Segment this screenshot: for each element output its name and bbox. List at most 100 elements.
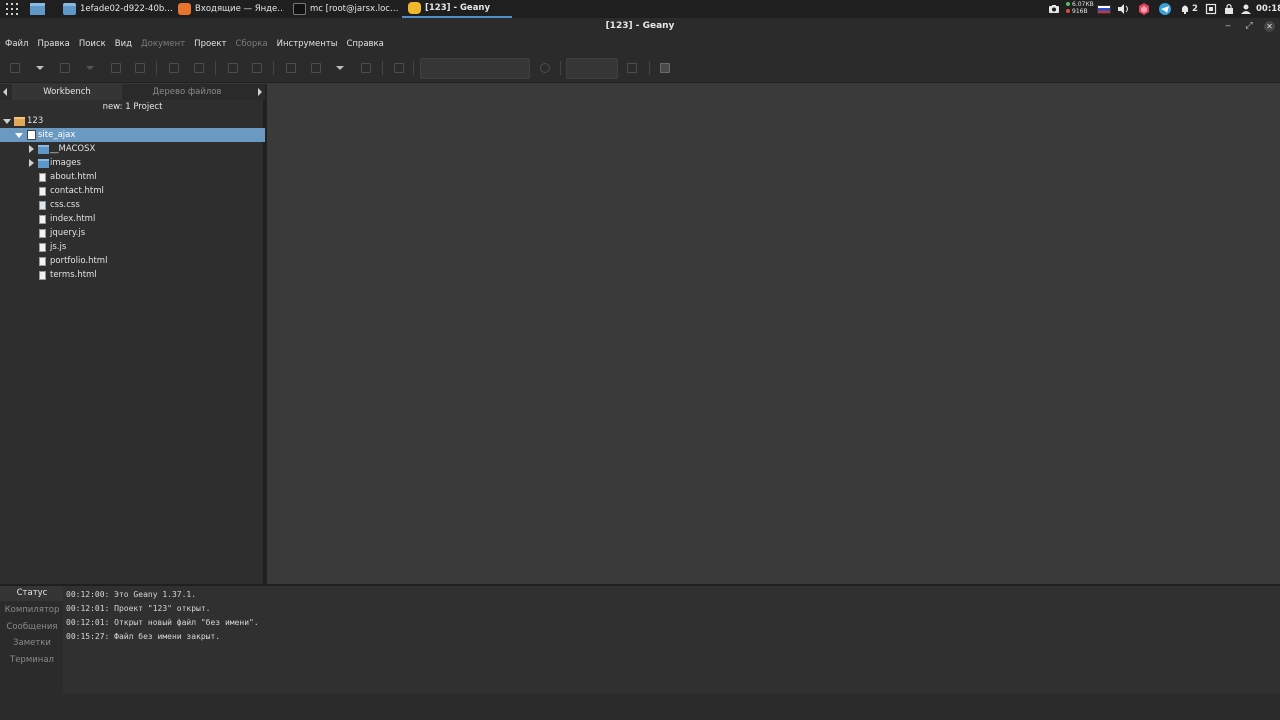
menu-project[interactable]: Проект	[194, 39, 226, 49]
tree-item-file[interactable]: index.html	[0, 212, 265, 226]
new-from-template-dropdown-icon[interactable]	[36, 66, 44, 70]
tree-item-file[interactable]: js.js	[0, 240, 265, 254]
maximize-icon[interactable]: ⤢	[1243, 20, 1255, 32]
tree-item-file[interactable]: portfolio.html	[0, 254, 265, 268]
navigate-forward-icon[interactable]	[251, 62, 263, 74]
goto-line-icon[interactable]	[626, 62, 638, 74]
screenshot-icon[interactable]	[1048, 3, 1060, 15]
execute-icon[interactable]	[360, 62, 372, 74]
tab-scroll-right-icon[interactable]	[258, 88, 262, 96]
tree-item-label: images	[50, 158, 81, 168]
menu-view[interactable]: Вид	[115, 39, 132, 49]
tab-terminal[interactable]: Терминал	[0, 653, 64, 668]
toolbar-separator	[382, 61, 383, 75]
directory-root-icon	[27, 130, 36, 140]
menu-document[interactable]: Документ	[141, 39, 185, 49]
tab-messages[interactable]: Сообщения	[0, 620, 64, 635]
task-geany[interactable]: [123] - Geany	[402, 0, 512, 18]
css-file-icon	[39, 201, 46, 210]
task-terminal[interactable]: mc [root@jarsx.loc…	[293, 0, 399, 18]
status-log[interactable]: 00:12:00: Это Geany 1.37.1. 00:12:01: Пр…	[63, 586, 1280, 694]
navigate-back-icon[interactable]	[227, 62, 239, 74]
telegram-icon[interactable]	[1159, 3, 1171, 15]
close-file-icon[interactable]	[193, 62, 205, 74]
tab-workbench[interactable]: Workbench	[12, 84, 122, 100]
minimize-icon[interactable]: ‒	[1222, 20, 1234, 32]
recent-files-dropdown-icon[interactable]	[86, 66, 94, 70]
tree-item-file[interactable]: about.html	[0, 170, 265, 184]
message-panel: Статус Компилятор Сообщения Заметки Терм…	[0, 586, 1280, 696]
task-yandex-mail[interactable]: Входящие — Янде…	[178, 0, 284, 18]
html-file-icon	[39, 257, 46, 266]
compile-icon[interactable]	[285, 62, 297, 74]
user-icon[interactable]	[1240, 3, 1252, 15]
sidebar-tabs: Workbench Дерево файлов	[0, 84, 265, 100]
show-desktop-icon[interactable]	[30, 3, 45, 15]
build-dropdown-icon[interactable]	[336, 66, 344, 70]
net-down-value: 916B	[1072, 8, 1088, 15]
tree-item-label: site_ajax	[38, 130, 76, 140]
goto-line-input[interactable]	[566, 58, 618, 79]
task-file-manager[interactable]: 1efade02-d922-40b…	[63, 0, 173, 18]
window-titlebar[interactable]: [123] - Geany ‒ ⤢ ✕	[0, 18, 1280, 35]
task-label: Входящие — Янде…	[195, 4, 284, 14]
log-line: 00:12:00: Это Geany 1.37.1.	[66, 590, 197, 599]
menu-file[interactable]: Файл	[5, 39, 28, 49]
js-file-icon	[39, 229, 46, 238]
html-file-icon	[39, 271, 46, 280]
task-label: [123] - Geany	[425, 3, 491, 13]
tab-compiler[interactable]: Компилятор	[0, 603, 64, 618]
tab-notes[interactable]: Заметки	[0, 636, 64, 651]
menu-build[interactable]: Сборка	[235, 39, 267, 49]
menu-search[interactable]: Поиск	[79, 39, 106, 49]
search-icon[interactable]	[539, 62, 551, 74]
open-file-icon[interactable]	[59, 62, 71, 74]
tree-item-folder[interactable]: __MACOSX	[0, 142, 265, 156]
tree-item-file[interactable]: contact.html	[0, 184, 265, 198]
keyboard-layout-flag-icon[interactable]	[1097, 5, 1111, 14]
notifications-indicator[interactable]: 2	[1180, 0, 1198, 18]
app-launcher-icon[interactable]	[6, 3, 18, 15]
tree-item-file[interactable]: jquery.js	[0, 226, 265, 240]
color-chooser-icon[interactable]	[393, 62, 405, 74]
bell-icon	[1182, 5, 1188, 14]
collapse-arrow-icon[interactable]	[15, 133, 23, 138]
quit-icon[interactable]	[659, 62, 671, 74]
toolbar-separator	[413, 61, 414, 75]
save-icon[interactable]	[110, 62, 122, 74]
tree-item-label: about.html	[50, 172, 97, 182]
tab-status[interactable]: Статус	[0, 586, 64, 601]
yandex-browser-icon	[178, 3, 191, 15]
collapse-arrow-icon[interactable]	[3, 119, 11, 124]
tab-file-tree[interactable]: Дерево файлов	[122, 84, 252, 100]
js-file-icon	[39, 243, 46, 252]
revert-icon[interactable]	[168, 62, 180, 74]
clipboard-icon[interactable]	[1205, 3, 1217, 15]
expand-arrow-icon[interactable]	[29, 159, 34, 167]
tree-item-label: css.css	[50, 200, 80, 210]
menu-edit[interactable]: Правка	[37, 39, 69, 49]
tree-item-file[interactable]: terms.html	[0, 268, 265, 282]
tab-scroll-left-icon[interactable]	[3, 88, 7, 96]
new-file-icon[interactable]	[9, 62, 21, 74]
tree-item-project[interactable]: 123	[0, 114, 265, 128]
search-input[interactable]	[420, 58, 530, 79]
tree-item-root[interactable]: site_ajax	[0, 128, 265, 142]
tree-item-label: jquery.js	[50, 228, 86, 238]
tree-item-file[interactable]: css.css	[0, 198, 265, 212]
menu-help[interactable]: Справка	[346, 39, 383, 49]
save-all-icon[interactable]	[134, 62, 146, 74]
tree-item-label: 123	[27, 116, 44, 126]
lock-icon[interactable]	[1223, 3, 1235, 15]
editor-area[interactable]	[267, 84, 1280, 584]
package-updates-icon[interactable]	[1138, 3, 1150, 15]
folder-icon	[63, 3, 76, 15]
expand-arrow-icon[interactable]	[29, 145, 34, 153]
close-icon[interactable]: ✕	[1264, 21, 1275, 32]
volume-icon[interactable]	[1117, 3, 1129, 15]
build-icon[interactable]	[310, 62, 322, 74]
clock[interactable]: 00:18	[1256, 0, 1280, 18]
menu-tools[interactable]: Инструменты	[277, 39, 338, 49]
tree-item-label: portfolio.html	[50, 256, 108, 266]
tree-item-folder[interactable]: images	[0, 156, 265, 170]
